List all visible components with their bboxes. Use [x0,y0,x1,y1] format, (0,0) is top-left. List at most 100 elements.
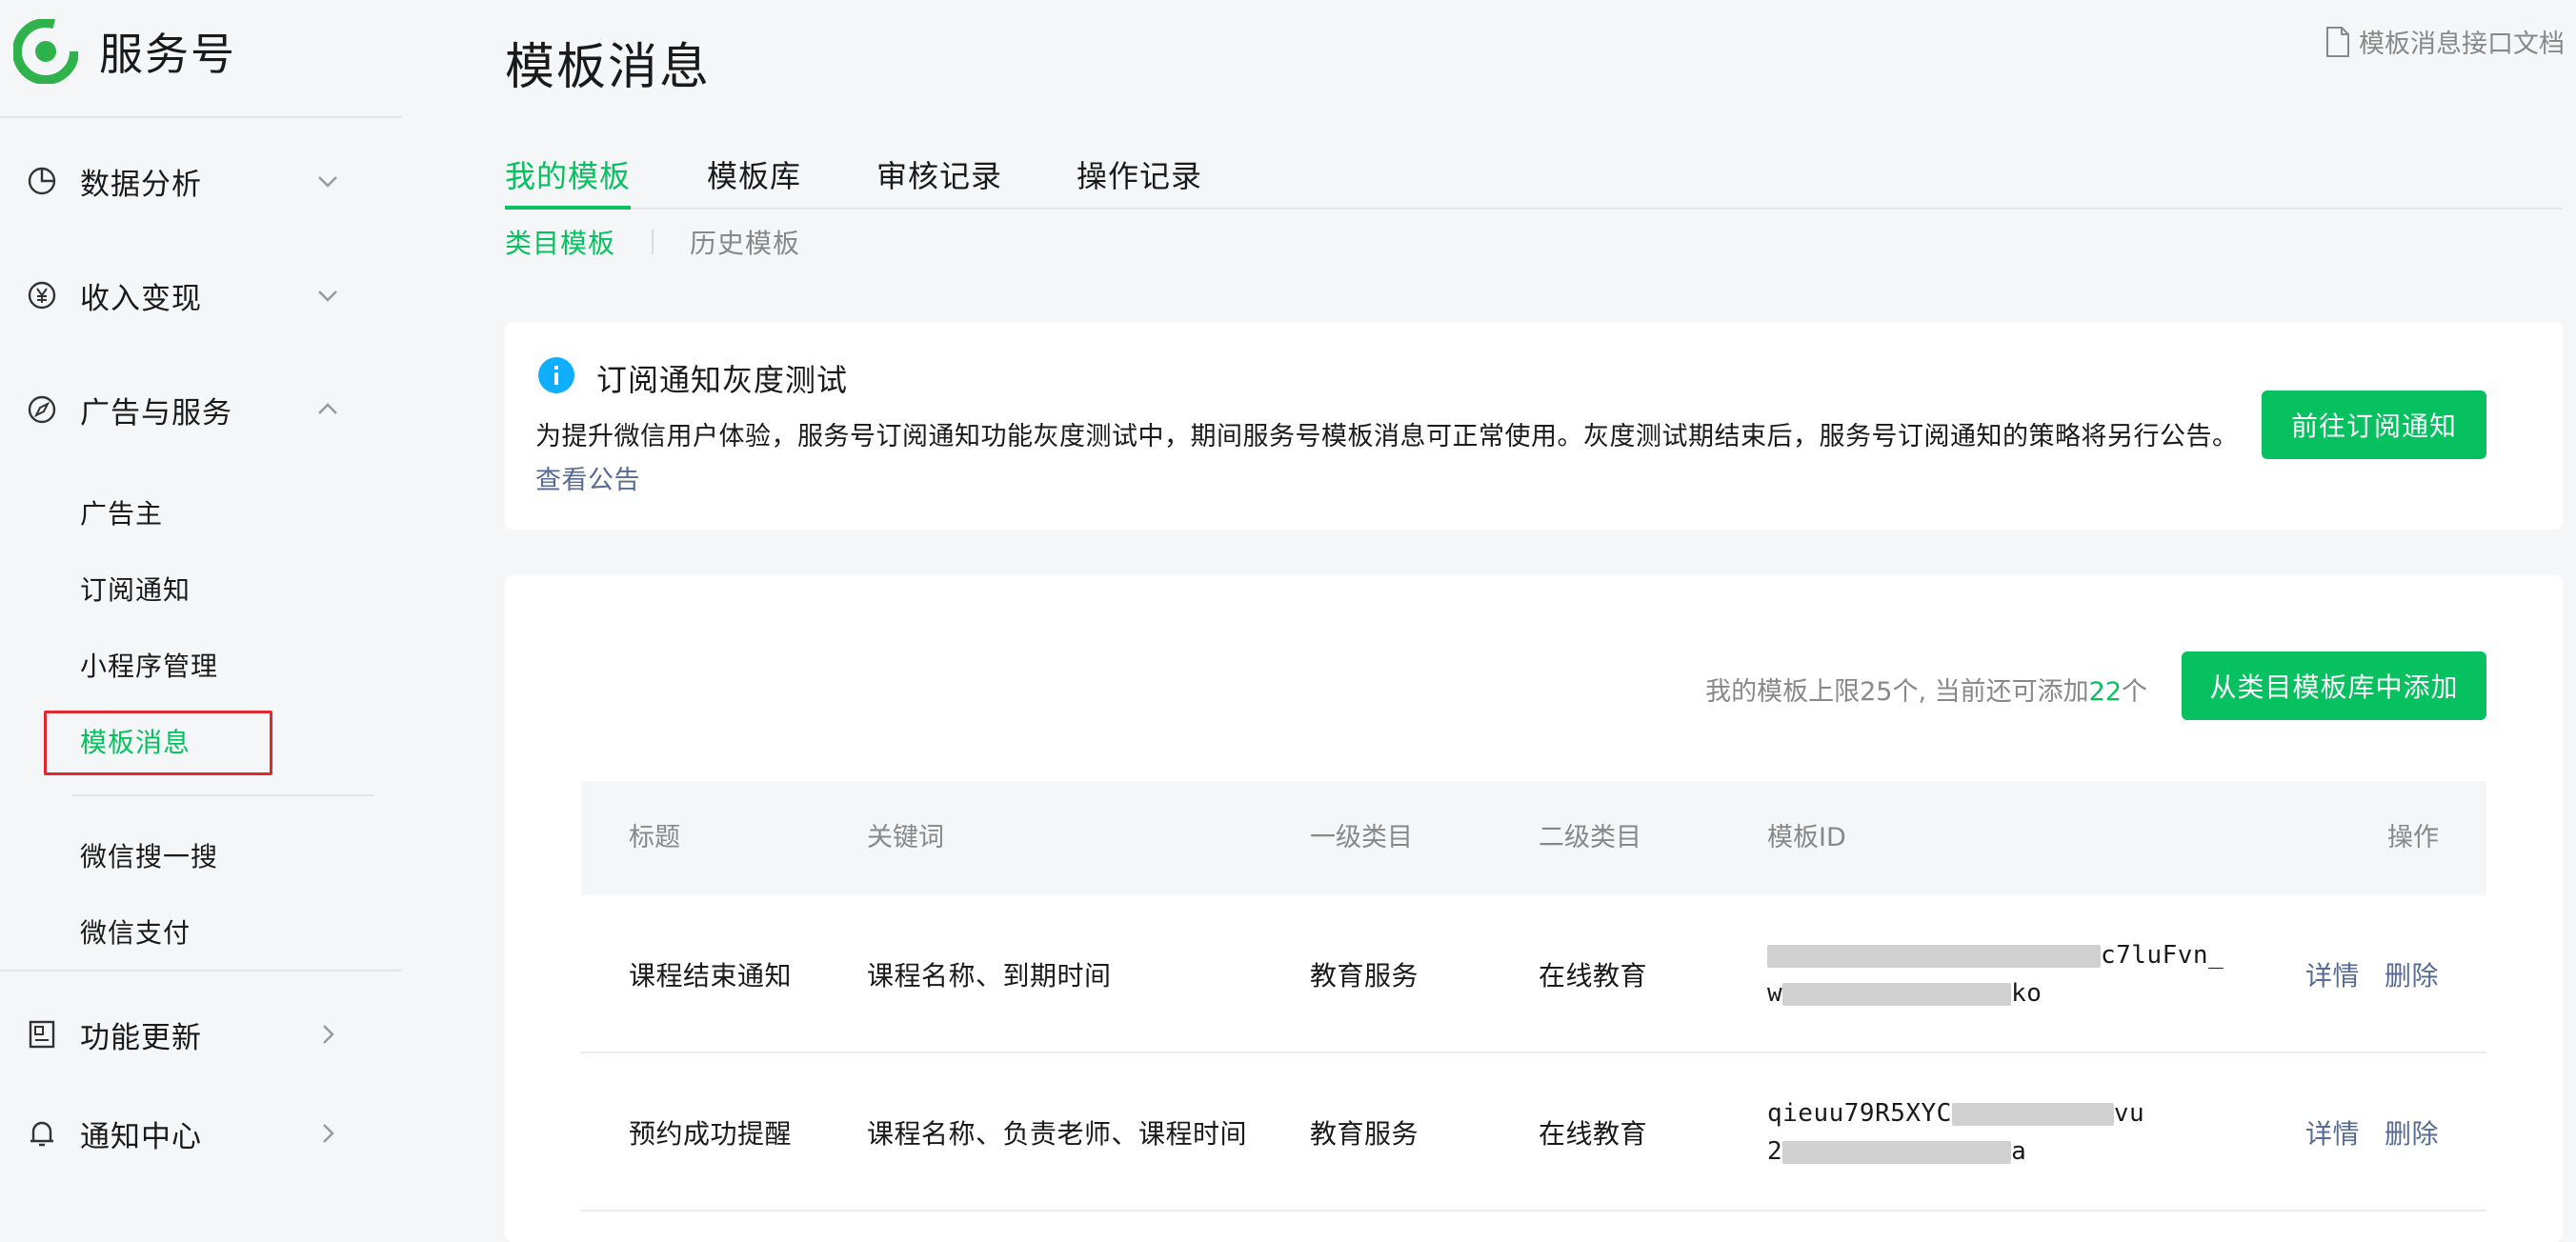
chevron-down-icon [318,290,337,302]
cell-category-2: 在线教育 [1539,1118,1648,1150]
bell-icon [30,1121,53,1147]
column-header-template-id: 模板ID [1767,823,1846,852]
view-announcement-link[interactable]: 查看公告 [535,466,640,495]
template-list-card: 我的模板上限25个, 当前还可添加22个 从类目模板库中添加 标题 关键词 一级… [505,575,2563,1242]
page-title: 模板消息 [505,39,712,96]
sidebar-divider [0,970,402,972]
column-header-title: 标题 [629,823,680,852]
sidebar-group-label: 数据分析 [80,167,202,202]
brand-name: 服务号 [99,29,236,80]
sidebar: 服务号 数据分析 收入变现 广告与服务 广告主 订阅通知 小程序管理 模板消息 … [0,0,402,1221]
notice-title: 订阅通知灰度测试 [596,362,849,398]
tab-template-library[interactable]: 模板库 [707,152,801,210]
column-header-keywords: 关键词 [867,823,944,852]
template-id-fragment: a [2011,1137,2027,1166]
subtab-separator [652,230,654,254]
tab-review-records[interactable]: 审核记录 [876,152,1002,210]
sidebar-divider [0,116,402,118]
cell-keywords: 课程名称、负责老师、课程时间 [867,1118,1248,1150]
tab-my-templates[interactable]: 我的模板 [505,152,632,210]
delete-link[interactable]: 删除 [2385,1113,2439,1152]
table-header: 标题 关键词 一级类目 二级类目 模板ID 操作 [581,781,2486,895]
api-doc-link[interactable]: 模板消息接口文档 [2324,23,2565,60]
sidebar-group-label: 广告与服务 [80,395,232,431]
cell-category-1: 教育服务 [1310,960,1419,992]
cell-template-id: qieuu79R5XYC vu 2a [1767,1053,2177,1212]
subtab-history-templates[interactable]: 历史模板 [690,223,800,261]
redacted-block [1782,982,2012,1006]
sidebar-group-notification-center[interactable]: 通知中心 [0,1095,402,1172]
template-id-line: w ko [1767,974,2042,1012]
service-account-logo-icon [13,19,78,84]
sub-tabs: 类目模板 历史模板 [505,223,800,261]
template-id-line: c7luFvn_ [1767,936,2224,974]
chevron-right-icon [323,1124,334,1143]
column-header-category-2: 二级类目 [1539,823,1641,852]
sidebar-group-feature-updates[interactable]: 功能更新 [0,996,402,1072]
sidebar-group-ads-services[interactable]: 广告与服务 [0,371,402,448]
notice-body-text: 为提升微信用户体验，服务号订阅通知功能灰度测试中，期间服务号模板消息可正常使用。… [535,422,2239,451]
column-header-category-1: 一级类目 [1310,823,1413,852]
sidebar-group-label: 功能更新 [80,1020,202,1055]
quota-remaining: 22 [2088,677,2122,707]
cell-title: 预约成功提醒 [629,1118,793,1150]
sidebar-item-subscribe-notice[interactable]: 订阅通知 [80,570,191,608]
news-icon [29,1020,55,1049]
cell-actions: 详情 删除 [2305,895,2439,1053]
redacted-block [1782,1140,2012,1164]
chevron-up-icon [318,403,337,414]
info-icon [538,357,574,393]
delete-link[interactable]: 删除 [2385,955,2439,993]
template-id-fragment: 2 [1767,1137,1783,1166]
template-quota-text: 我的模板上限25个, 当前还可添加22个 [1705,671,2147,708]
template-id-fragment: c7luFvn_ [2101,941,2224,970]
template-id-fragment: vu [2113,1099,2145,1128]
cell-template-id: c7luFvn_ w ko [1767,895,2224,1053]
cell-title: 课程结束通知 [629,960,793,992]
sidebar-item-wechat-search[interactable]: 微信搜一搜 [80,836,218,874]
document-icon [2326,26,2349,57]
sidebar-item-advertiser[interactable]: 广告主 [80,493,163,531]
table-row: 课程结束通知 课程名称、到期时间 教育服务 在线教育 c7luFvn_ w ko … [581,895,2486,1053]
tab-operation-records[interactable]: 操作记录 [1077,152,1202,210]
chevron-right-icon [323,1025,334,1044]
cell-actions: 详情 删除 [2305,1053,2439,1212]
compass-icon [28,395,56,424]
template-id-line: 2a [1767,1132,2026,1171]
redacted-block [1767,944,2101,968]
yuan-coin-icon [28,281,56,310]
main-tabs: 我的模板 模板库 审核记录 操作记录 [505,152,2563,210]
template-id-fragment: ko [2011,979,2043,1008]
sidebar-divider [72,794,373,796]
table-row: 预约成功提醒 课程名称、负责老师、课程时间 教育服务 在线教育 qieuu79R… [581,1053,2486,1212]
quota-suffix: 个 [2122,677,2147,707]
cell-category-2: 在线教育 [1539,960,1648,992]
redacted-block [1951,1102,2114,1126]
template-id-fragment: w [1767,979,1783,1008]
detail-link[interactable]: 详情 [2305,955,2360,993]
detail-link[interactable]: 详情 [2305,1113,2360,1152]
cell-keywords: 课程名称、到期时间 [867,960,1112,992]
cell-category-1: 教育服务 [1310,1118,1419,1150]
sidebar-group-label: 通知中心 [80,1119,202,1154]
notice-body: 为提升微信用户体验，服务号订阅通知功能灰度测试中，期间服务号模板消息可正常使用。… [535,415,2241,503]
api-doc-link-label: 模板消息接口文档 [2359,30,2565,59]
template-id-fragment: qieuu79R5XYC [1767,1099,1952,1128]
template-table: 标题 关键词 一级类目 二级类目 模板ID 操作 课程结束通知 课程名称、到期时… [581,781,2486,1212]
template-id-line: qieuu79R5XYC vu [1767,1094,2144,1132]
brand-logo-row[interactable]: 服务号 [13,17,236,86]
column-header-actions: 操作 [2387,823,2439,852]
sidebar-group-data-analysis[interactable]: 数据分析 [0,143,402,219]
sidebar-item-template-message[interactable]: 模板消息 [80,722,191,760]
sidebar-group-income[interactable]: 收入变现 [0,257,402,333]
notice-banner: 订阅通知灰度测试 为提升微信用户体验，服务号订阅通知功能灰度测试中，期间服务号模… [505,322,2563,530]
main-content: 模板消息 模板消息接口文档 我的模板 模板库 审核记录 操作记录 类目模板 历史… [505,0,2576,1242]
sidebar-item-miniprogram[interactable]: 小程序管理 [80,646,218,684]
sidebar-item-wechat-pay[interactable]: 微信支付 [80,912,191,951]
quota-prefix: 我的模板上限25个, 当前还可添加 [1705,677,2089,707]
chevron-down-icon [318,176,337,188]
go-subscribe-notice-button[interactable]: 前往订阅通知 [2262,391,2486,459]
add-from-category-library-button[interactable]: 从类目模板库中添加 [2182,651,2486,720]
subtab-category-templates[interactable]: 类目模板 [505,223,615,261]
pie-chart-icon [28,167,56,195]
